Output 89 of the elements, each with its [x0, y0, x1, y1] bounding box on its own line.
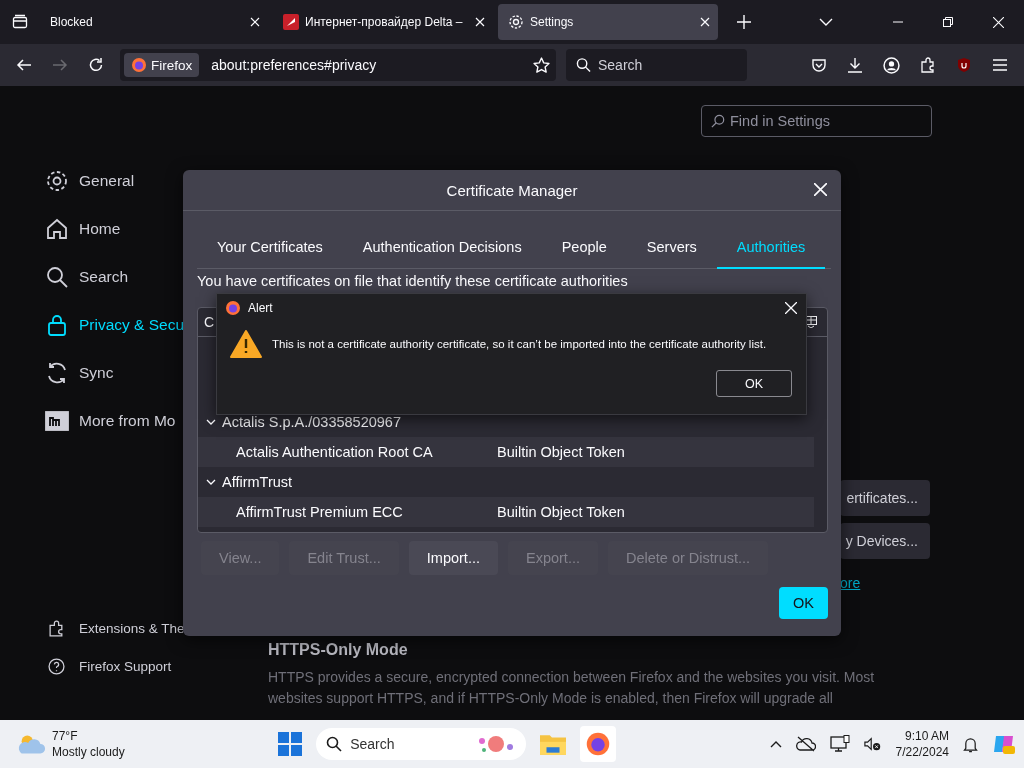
reload-icon[interactable] — [88, 57, 104, 73]
tree-group[interactable]: Actalis S.p.A./03358520967 — [222, 414, 401, 430]
start-icon[interactable] — [278, 732, 303, 756]
sync-icon — [45, 361, 69, 385]
tab-list-icon[interactable] — [12, 14, 28, 30]
close-icon[interactable] — [785, 302, 797, 314]
table-cell: Builtin Object Token — [497, 504, 625, 520]
square-logo-icon — [45, 409, 69, 433]
learn-more-link[interactable]: ore — [840, 575, 861, 591]
monitor-icon[interactable] — [829, 735, 850, 753]
alert-message: This is not a certificate authority certificate, so it can’t be imported into the certificate authority list. — [272, 338, 767, 350]
tree-row[interactable]: AffirmTrust Premium ECC Builtin Object Token — [198, 497, 814, 527]
dialog-description: You have certificates on file that identify these certificate authorities — [197, 273, 629, 289]
browser-tab[interactable]: Интернет-провайдер Delta – — [273, 4, 493, 40]
close-icon[interactable] — [993, 16, 1004, 28]
find-in-settings-field[interactable]: Find in Settings — [701, 105, 932, 137]
dialog-title: Certificate Manager — [446, 181, 578, 199]
download-icon[interactable] — [847, 57, 863, 73]
section-heading: HTTPS-Only Mode — [268, 641, 409, 659]
table-cell-text: AffirmTrust Premium ECC — [235, 504, 404, 520]
settings-button[interactable]: y Devices... — [840, 523, 930, 559]
gear-icon — [508, 14, 524, 30]
restore-icon[interactable] — [943, 17, 953, 27]
search-icon — [326, 736, 343, 752]
speaker-muted-icon[interactable] — [863, 736, 882, 752]
category-item[interactable]: Sync — [45, 349, 268, 397]
search-icon — [45, 265, 69, 289]
section-description: HTTPS provides a secure, encrypted connection between Firefox and the websites you visit. Most websites support HTTPS, and if HTTPS-Only Mode is enabled, then Firefox will upgrade all — [268, 668, 876, 708]
tree-group[interactable]: AffirmTrust — [222, 474, 293, 490]
puzzle-icon[interactable] — [920, 57, 936, 73]
pocket-icon[interactable] — [811, 57, 827, 73]
back-icon[interactable] — [16, 57, 32, 73]
weather-condition: Mostly cloudy — [52, 744, 125, 760]
clock-time[interactable]: 9:10 AM — [904, 728, 949, 744]
settings-button[interactable]: ertificates... — [840, 480, 930, 516]
chevron-up-icon[interactable] — [769, 740, 782, 748]
dialog-tab[interactable]: Your Certificates — [197, 228, 343, 268]
help-icon — [48, 657, 65, 675]
alert-title: Alert — [248, 301, 273, 315]
table-cell: Builtin Object Token — [497, 444, 625, 460]
tree-row[interactable]: Actalis Authentication Root CA Builtin Object Token — [198, 437, 814, 467]
close-icon[interactable] — [814, 183, 827, 196]
bell-icon[interactable] — [963, 735, 978, 753]
chevron-icon[interactable] — [206, 479, 216, 485]
folder-icon[interactable] — [540, 733, 567, 755]
shield-icon[interactable] — [956, 57, 972, 73]
gear-icon — [45, 169, 69, 193]
url-text: about:preferences#privacy — [211, 57, 378, 73]
table-cell-text: Actalis Authentication Root CA — [235, 444, 434, 460]
warning-icon — [230, 330, 262, 358]
address-bar[interactable]: Firefox about:preferences#privacy — [120, 49, 556, 81]
star-icon[interactable] — [533, 56, 550, 74]
browser-tab[interactable]: Blocked — [40, 4, 268, 40]
chevron-down-icon[interactable] — [819, 18, 833, 26]
menu-icon[interactable] — [992, 58, 1008, 72]
footer-link[interactable]: Firefox Support — [45, 647, 268, 685]
dialog-tab[interactable]: Servers — [626, 228, 717, 268]
account-icon[interactable] — [883, 56, 900, 74]
column-header[interactable]: C — [204, 314, 215, 330]
firefox-logo-icon — [131, 57, 147, 73]
category-item[interactable]: General — [45, 157, 268, 205]
ok-button[interactable]: OK — [779, 587, 828, 619]
close-icon[interactable] — [475, 17, 485, 27]
browser-tab[interactable]: Settings — [498, 4, 718, 40]
dialog-tab[interactable]: Authorities — [716, 228, 826, 269]
close-icon[interactable] — [250, 17, 260, 27]
ok-button[interactable]: OK — [716, 370, 792, 397]
dialog-tab[interactable]: Authentication Decisions — [342, 228, 542, 268]
dialog-tab[interactable]: People — [541, 228, 627, 268]
identity-badge[interactable]: Firefox — [124, 53, 200, 77]
home-icon — [45, 217, 69, 241]
site-icon — [283, 14, 299, 30]
temperature: 77°F — [52, 728, 79, 744]
firefox-logo-icon — [225, 300, 241, 316]
footer-link[interactable]: Extensions & The — [45, 609, 268, 647]
close-icon[interactable] — [700, 17, 710, 27]
search-field[interactable]: Search — [566, 49, 747, 81]
dialog-button[interactable]: Import... — [408, 541, 498, 575]
search-icon — [711, 114, 725, 128]
column-picker-icon[interactable] — [805, 316, 817, 328]
cloud-off-icon[interactable] — [795, 736, 816, 752]
new-tab-icon[interactable] — [737, 15, 751, 29]
puzzle-icon — [48, 619, 65, 637]
chevron-icon[interactable] — [206, 419, 216, 425]
clock-date[interactable]: 7/22/2024 — [895, 744, 949, 760]
taskbar-search-field[interactable]: Search — [316, 728, 527, 760]
lock-icon — [45, 313, 69, 337]
search-icon — [576, 57, 591, 73]
firefox-logo-icon[interactable] — [586, 732, 611, 756]
